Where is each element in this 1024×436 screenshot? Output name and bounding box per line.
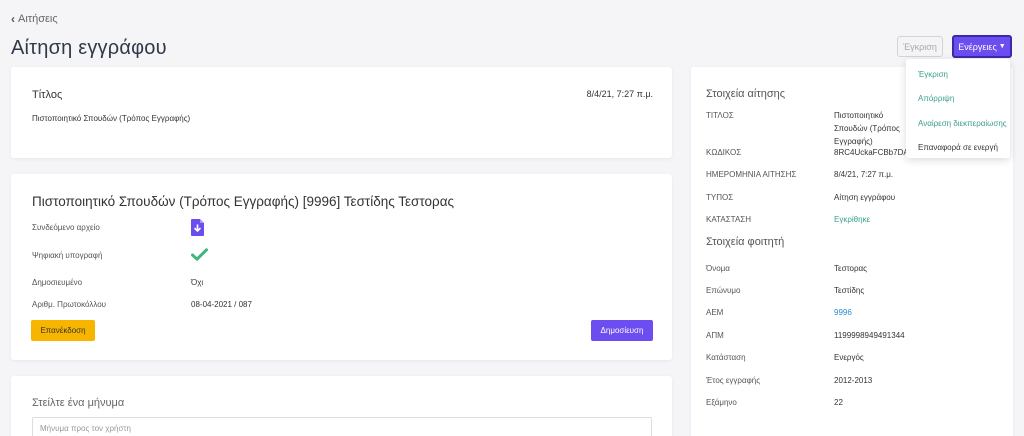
student-name-value: Τεστορας: [834, 264, 868, 273]
student-details-heading: Στοιχεία φοιτητή: [706, 236, 785, 248]
request-type-value: Αίτηση εγγράφου: [834, 193, 896, 202]
request-code-value: 8RC4UckaFCBb7DA: [834, 148, 909, 157]
caret-down-icon: ▼: [998, 43, 1006, 50]
request-date-label: ΗΜΕΡΟΜΗΝΙΑ ΑΙΤΗΣΗΣ: [706, 170, 797, 179]
student-semester-value: 22: [834, 398, 843, 407]
student-surname-label: Επώνυμο: [706, 286, 741, 295]
request-code-label: ΚΩΔΙΚΟΣ: [706, 148, 742, 157]
student-year-label: Έτος εγγραφής: [706, 376, 761, 385]
actions-dropdown-button[interactable]: Ενέργειες ▼: [952, 35, 1012, 58]
document-card: Πιστοποιητικό Σπουδών (Τρόπος Εγγραφής) …: [11, 174, 672, 360]
back-link[interactable]: ‹ Αιτήσεις: [11, 12, 58, 26]
page-title: Αίτηση εγγράφου: [11, 37, 167, 59]
request-date-value: 8/4/21, 7:27 π.μ.: [834, 170, 894, 179]
digital-signature-label: Ψηφιακή υπογραφή: [32, 251, 103, 260]
menu-item-undo-processing[interactable]: Αναίρεση διεκπεραίωσης: [906, 111, 1010, 136]
chevron-left-icon: ‹: [11, 12, 15, 26]
approve-button[interactable]: Έγκριση: [897, 36, 943, 57]
published-value: Όχι: [191, 278, 204, 287]
published-label: Δημοσιευμένο: [32, 278, 83, 287]
student-state-value: Ενεργός: [834, 353, 864, 362]
checkmark-icon: [191, 248, 208, 261]
student-apm-label: ΑΠΜ: [706, 331, 724, 340]
student-aem-label: ΑΕΜ: [706, 308, 724, 317]
request-type-label: ΤΥΠΟΣ: [706, 193, 734, 202]
back-link-label: Αιτήσεις: [18, 13, 58, 25]
title-card: Τίτλος 8/4/21, 7:27 π.μ. Πιστοποιητικό Σ…: [11, 67, 672, 158]
protocol-value: 08-04-2021 / 087: [191, 300, 252, 309]
student-surname-value: Τεστίδης: [834, 286, 865, 295]
student-semester-label: Εξάμηνο: [706, 398, 737, 407]
message-card: Στείλτε ένα μήνυμα: [11, 376, 672, 436]
menu-item-restore-active[interactable]: Επαναφορά σε ενεργή: [906, 136, 1010, 161]
student-state-label: Κατάσταση: [706, 353, 746, 362]
actions-menu: Έγκριση Απόρριψη Αναίρεση διεκπεραίωσης …: [906, 59, 1010, 158]
student-aem-link[interactable]: 9996: [834, 306, 852, 319]
request-title-value: Πιστοποιητικό Σπουδών (Τρόπος Εγγραφής): [834, 111, 900, 146]
title-label: Τίτλος: [32, 89, 63, 101]
student-year-value: 2012-2013: [834, 376, 873, 385]
title-value: Πιστοποιητικό Σπουδών (Τρόπος Εγγραφής): [32, 114, 191, 123]
publish-button[interactable]: Δημοσίευση: [591, 320, 653, 341]
request-status-label: ΚΑΤΑΣΤΑΣΗ: [706, 215, 752, 224]
request-status-value: Εγκρίθηκε: [834, 215, 871, 224]
message-heading: Στείλτε ένα μήνυμα: [32, 397, 125, 409]
attached-file-label: Συνδεόμενο αρχείο: [32, 223, 100, 232]
reissue-button[interactable]: Επανέκδοση: [31, 320, 95, 341]
request-details-heading: Στοιχεία αίτησης: [706, 88, 786, 100]
message-input[interactable]: [32, 417, 652, 436]
protocol-label: Αριθμ. Πρωτοκόλλου: [32, 300, 107, 309]
request-title-label: ΤΙΤΛΟΣ: [706, 111, 734, 120]
actions-button-label: Ενέργειες: [958, 41, 997, 52]
student-name-label: Όνομα: [706, 264, 730, 273]
download-file-icon[interactable]: [191, 219, 204, 236]
menu-item-reject[interactable]: Απόρριψη: [906, 87, 1010, 112]
student-apm-value: 1199998949491344: [834, 331, 905, 340]
menu-item-approve[interactable]: Έγκριση: [906, 62, 1010, 87]
title-date: 8/4/21, 7:27 π.μ.: [586, 89, 653, 99]
document-heading: Πιστοποιητικό Σπουδών (Τρόπος Εγγραφής) …: [32, 194, 455, 209]
